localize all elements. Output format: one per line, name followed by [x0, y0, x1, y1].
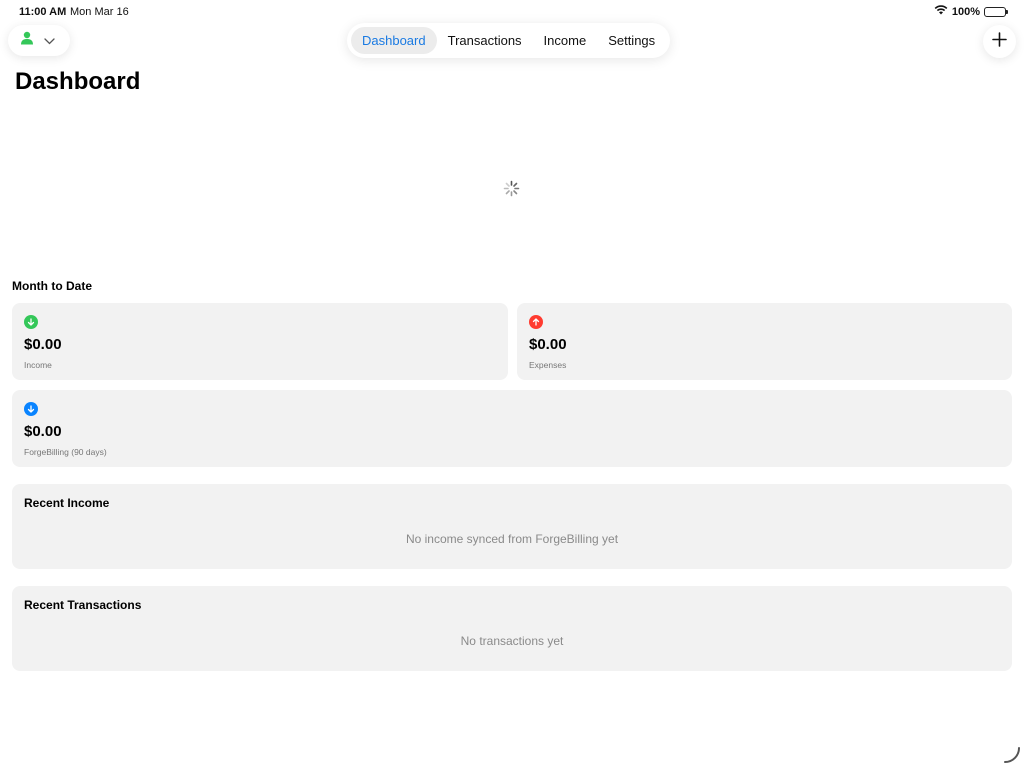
- status-time: 11:00 AM: [19, 6, 67, 18]
- expenses-card[interactable]: $0.00 Expenses: [517, 303, 1012, 380]
- window-resize-handle-icon[interactable]: [1002, 745, 1022, 765]
- forgebilling-amount: $0.00: [24, 423, 62, 440]
- battery-percent: 100%: [951, 5, 980, 18]
- arrow-down-circle-icon: [24, 402, 38, 416]
- wifi-icon: [934, 5, 948, 18]
- status-date: Mon Mar 16: [70, 6, 129, 18]
- income-amount: $0.00: [24, 336, 62, 353]
- tab-settings[interactable]: Settings: [597, 27, 666, 54]
- add-button[interactable]: [983, 25, 1016, 58]
- status-indicators: 100%: [934, 5, 1008, 18]
- tab-bar: Dashboard Transactions Income Settings: [347, 23, 671, 58]
- account-menu-button[interactable]: [8, 25, 70, 56]
- expenses-label: Expenses: [529, 360, 567, 370]
- chevron-down-icon: [44, 32, 55, 50]
- income-card[interactable]: $0.00 Income: [12, 303, 508, 380]
- arrow-down-circle-icon: [24, 315, 38, 329]
- battery-icon: [984, 6, 1008, 17]
- month-to-date-heading: Month to Date: [12, 279, 92, 293]
- person-icon: [20, 31, 34, 50]
- recent-income-empty-message: No income synced from ForgeBilling yet: [405, 532, 619, 546]
- income-label: Income: [24, 360, 52, 370]
- forgebilling-label: ForgeBilling (90 days): [24, 447, 107, 457]
- tab-transactions[interactable]: Transactions: [437, 27, 533, 54]
- plus-icon: [992, 31, 1007, 52]
- recent-transactions-title: Recent Transactions: [24, 598, 142, 612]
- recent-transactions-panel: Recent Transactions No transactions yet: [12, 586, 1012, 671]
- page-title: Dashboard: [15, 68, 141, 95]
- recent-income-panel: Recent Income No income synced from Forg…: [12, 484, 1012, 569]
- loading-spinner-icon: [503, 180, 520, 197]
- status-bar: 11:00 AM Mon Mar 16 100%: [0, 0, 1024, 24]
- recent-income-title: Recent Income: [24, 496, 110, 510]
- recent-transactions-empty-message: No transactions yet: [460, 634, 564, 648]
- tab-dashboard[interactable]: Dashboard: [351, 27, 437, 54]
- arrow-up-circle-icon: [529, 315, 543, 329]
- tab-income[interactable]: Income: [533, 27, 598, 54]
- expenses-amount: $0.00: [529, 336, 567, 353]
- forgebilling-card[interactable]: $0.00 ForgeBilling (90 days): [12, 390, 1012, 467]
